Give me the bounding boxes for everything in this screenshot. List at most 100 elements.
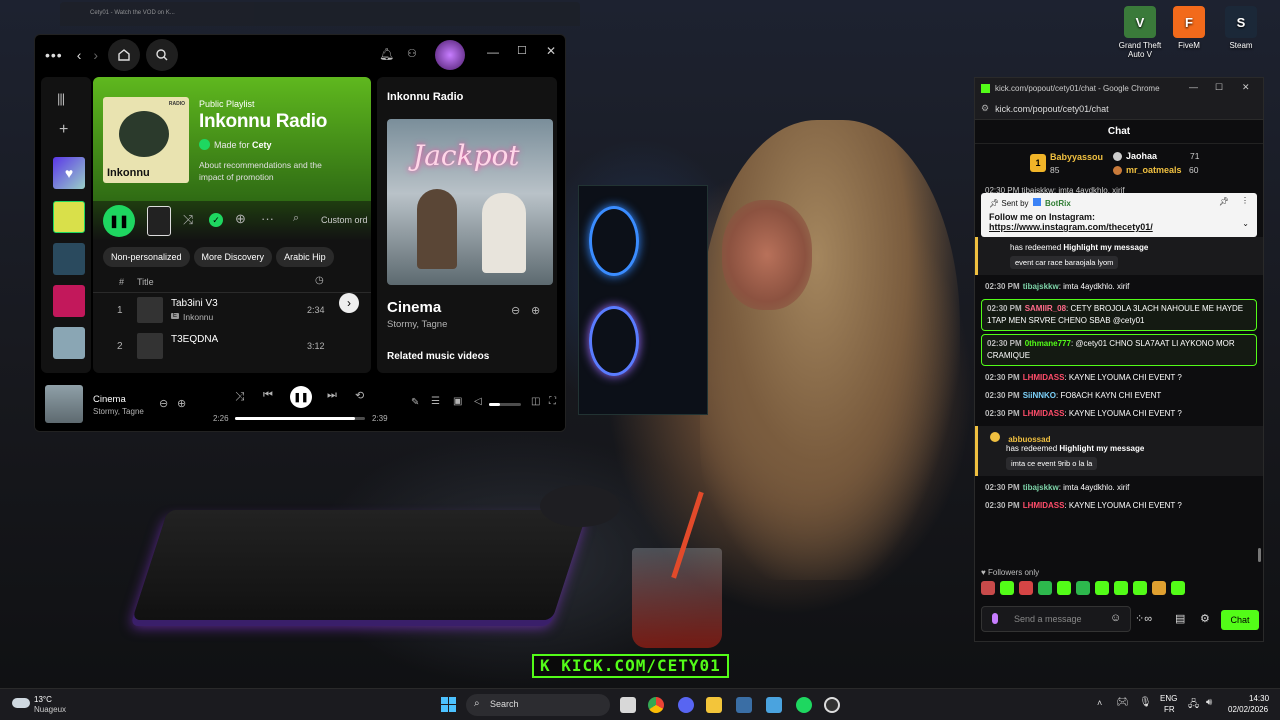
search-button[interactable] bbox=[146, 39, 179, 71]
filter-chip[interactable]: Non-personalized bbox=[103, 247, 190, 267]
back-icon[interactable]: ‹ bbox=[77, 47, 82, 63]
library-tile-2[interactable] bbox=[53, 243, 85, 275]
message-input-box[interactable]: Send a message ☺ bbox=[981, 606, 1131, 632]
emote-icon[interactable] bbox=[981, 581, 995, 595]
previous-icon[interactable]: ⏮︎ bbox=[263, 389, 273, 402]
file-explorer-icon[interactable] bbox=[706, 697, 722, 713]
now-playing-title[interactable]: Cinema bbox=[93, 394, 126, 405]
miniplayer-icon[interactable]: ◫ bbox=[531, 396, 540, 407]
site-info-icon[interactable]: ⚙ bbox=[981, 103, 989, 114]
emote-icon[interactable] bbox=[1000, 581, 1014, 595]
add-song-icon[interactable]: ⊕ bbox=[177, 397, 186, 410]
points-icon[interactable]: ⁘∞ bbox=[1135, 612, 1152, 625]
chat-close-icon[interactable]: ✕ bbox=[1242, 82, 1250, 93]
desktop-shortcut[interactable]: S Steam bbox=[1218, 6, 1264, 50]
fullscreen-icon[interactable]: ⛶ bbox=[549, 396, 556, 407]
panel-song-title[interactable]: Cinema bbox=[387, 299, 441, 316]
minimize-icon[interactable]: — bbox=[487, 45, 499, 59]
emote-icon[interactable] bbox=[1095, 581, 1109, 595]
library-tile-inkonnu[interactable] bbox=[53, 201, 85, 233]
message-user[interactable]: LHMIDASS bbox=[1023, 373, 1065, 382]
track-title[interactable]: Tab3ini V3 bbox=[171, 298, 218, 309]
volume-slider[interactable] bbox=[489, 403, 521, 406]
desktop-shortcut[interactable]: V Grand Theft Auto V bbox=[1117, 6, 1163, 59]
volume-icon[interactable]: ◁ bbox=[474, 396, 482, 407]
pinned-link[interactable]: https://www.instagram.com/thecety01/ bbox=[989, 222, 1249, 232]
chat-message[interactable]: 02:30 PM SiiNNKO: FO8ACH KAYN CHI EVENT bbox=[975, 387, 1263, 405]
clock-time[interactable]: 14:30 bbox=[1249, 694, 1269, 703]
search-in-playlist-icon[interactable]: ⌕ bbox=[293, 212, 299, 225]
now-playing-artists[interactable]: Stormy, Tagne bbox=[93, 407, 144, 416]
send-chat-button[interactable]: Chat bbox=[1221, 610, 1259, 630]
message-user[interactable]: LHMIDASS bbox=[1023, 409, 1065, 418]
taskbar-search-input[interactable]: Search bbox=[490, 699, 519, 709]
network-icon[interactable]: 🖧︎ bbox=[1188, 697, 1199, 714]
shuffle-icon[interactable]: ⤨ bbox=[235, 389, 245, 404]
leader-3-name[interactable]: mr_oatmeals bbox=[1126, 165, 1182, 175]
message-user[interactable]: tibajskkw bbox=[1023, 282, 1059, 291]
liked-songs-tile[interactable]: ♥ bbox=[53, 157, 85, 189]
pinned-more-icon[interactable]: ⋮ bbox=[1241, 196, 1249, 205]
saved-check-icon[interactable]: ✓ bbox=[209, 213, 223, 227]
notification-bell-icon[interactable]: 🔔︎ bbox=[379, 47, 394, 61]
filter-chip[interactable]: More Discovery bbox=[193, 247, 273, 267]
emoji-icon[interactable]: ☺ bbox=[1110, 612, 1121, 624]
speaker-icon[interactable]: 🔊︎ bbox=[1206, 697, 1212, 708]
track-title[interactable]: T3EQDNA bbox=[171, 334, 218, 345]
clock-date[interactable]: 02/02/2026 bbox=[1228, 705, 1268, 714]
now-playing-thumb[interactable] bbox=[45, 385, 83, 423]
emote-icon[interactable] bbox=[1057, 581, 1071, 595]
chat-settings-icon[interactable]: ⚙ bbox=[1200, 612, 1210, 625]
mic-tray-icon[interactable]: 🎙︎ bbox=[1139, 697, 1152, 708]
emote-icon[interactable] bbox=[1133, 581, 1147, 595]
track-row[interactable]: 2 T3EQDNA 3:12 bbox=[93, 329, 371, 365]
message-user[interactable]: SiiNNKO bbox=[1023, 391, 1056, 400]
emote-icon[interactable] bbox=[1019, 581, 1033, 595]
chat-message[interactable]: 02:30 PM LHMIDASS: KAYNE LYOUMA CHI EVENT… bbox=[975, 405, 1263, 423]
store-icon[interactable]: ▤ bbox=[1175, 612, 1185, 625]
emote-icon[interactable] bbox=[1038, 581, 1052, 595]
emote-icon[interactable] bbox=[1076, 581, 1090, 595]
forward-icon[interactable]: › bbox=[93, 47, 98, 63]
panel-hide-icon[interactable]: ⊖ bbox=[511, 304, 520, 317]
filter-chip[interactable]: Arabic Hip bbox=[276, 247, 334, 267]
remote-desktop-icon[interactable] bbox=[766, 697, 782, 713]
app-icon[interactable] bbox=[736, 697, 752, 713]
chevron-up-icon[interactable]: ˄ bbox=[1097, 698, 1102, 708]
chat-message[interactable]: 02:30 PM 0thmane777: @cety01 CHNO SLA7AAT… bbox=[981, 334, 1257, 366]
chat-message[interactable]: 02:30 PM LHMIDASS: KAYNE LYOUMA CHI EVENT… bbox=[975, 497, 1263, 515]
hide-song-icon[interactable]: ⊖ bbox=[159, 397, 168, 410]
next-icon[interactable]: ⏭︎ bbox=[327, 389, 337, 402]
pinned-expand-icon[interactable]: ⌄ bbox=[1242, 219, 1249, 228]
player-play-pause-button[interactable]: ❚❚ bbox=[290, 386, 312, 408]
create-plus-icon[interactable]: + bbox=[59, 121, 68, 139]
url-text[interactable]: kick.com/popout/cety01/chat bbox=[995, 104, 1109, 114]
chat-scrollbar[interactable] bbox=[1258, 548, 1261, 562]
progress-bar[interactable] bbox=[235, 417, 365, 420]
queue-icon[interactable]: ☰ bbox=[431, 396, 440, 407]
obs-icon[interactable] bbox=[824, 697, 840, 713]
leader-2-name[interactable]: Jaohaa bbox=[1126, 151, 1157, 161]
made-for-user[interactable]: Cety bbox=[252, 140, 272, 150]
pinned-message[interactable]: 📌︎ Sent by BotRix Follow me on Instagram… bbox=[981, 193, 1257, 237]
start-button[interactable] bbox=[441, 697, 456, 712]
gamepad-icon[interactable]: 🎮︎ bbox=[1116, 697, 1129, 708]
message-user[interactable]: 0thmane777 bbox=[1025, 339, 1071, 348]
user-avatar[interactable] bbox=[435, 40, 465, 70]
discord-icon[interactable] bbox=[678, 697, 694, 713]
library-tile-3[interactable] bbox=[53, 285, 85, 317]
library-icon[interactable]: ||| bbox=[57, 91, 65, 106]
friends-icon[interactable]: ⚇ bbox=[407, 47, 417, 60]
message-input[interactable]: Send a message bbox=[1014, 614, 1082, 624]
chat-maximize-icon[interactable]: ☐ bbox=[1215, 82, 1223, 93]
maximize-icon[interactable]: ☐ bbox=[517, 44, 527, 57]
track-row[interactable]: 1 Tab3ini V3 E Inkonnu 2:34 bbox=[93, 293, 371, 329]
language-code[interactable]: ENG bbox=[1160, 694, 1177, 703]
message-user[interactable]: LHMIDASS bbox=[1023, 501, 1065, 510]
redeem-user[interactable]: abbuossad bbox=[1008, 435, 1050, 444]
task-view-icon[interactable] bbox=[620, 697, 636, 713]
play-pause-button[interactable]: ❚❚ bbox=[103, 205, 135, 237]
desktop-shortcut[interactable]: F FiveM bbox=[1166, 6, 1212, 50]
connect-device-icon[interactable]: ▣ bbox=[453, 396, 462, 407]
shuffle-icon[interactable]: ⤨ bbox=[183, 212, 193, 228]
